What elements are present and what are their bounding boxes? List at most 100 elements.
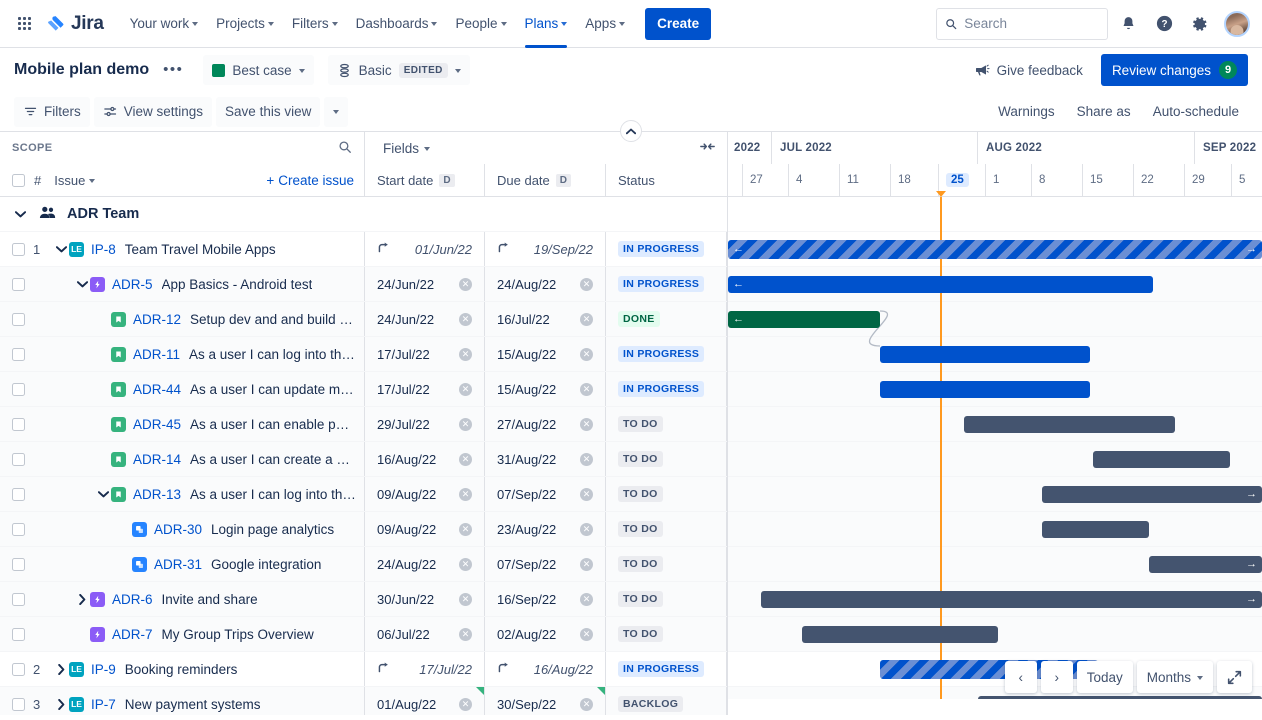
gantt-bar[interactable]: [964, 416, 1175, 433]
nav-your-work[interactable]: Your work: [122, 8, 207, 40]
nav-filters[interactable]: Filters: [284, 8, 346, 40]
due-date-cell[interactable]: 07/Sep/22 ✕: [485, 477, 606, 511]
due-date-cell[interactable]: 30/Sep/22 ✕: [485, 687, 606, 715]
clear-date-icon[interactable]: ✕: [459, 277, 472, 291]
row-checkbox[interactable]: [12, 312, 25, 326]
status-cell[interactable]: IN PROGRESS: [606, 232, 727, 266]
table-row[interactable]: 2 LE IP-9 Booking reminders 17/Jul/22 16…: [0, 652, 727, 687]
start-date-cell[interactable]: 29/Jul/22 ✕: [365, 407, 485, 441]
due-date-cell[interactable]: 31/Aug/22 ✕: [485, 442, 606, 476]
issue-column-sort[interactable]: Issue: [54, 173, 96, 188]
clear-date-icon[interactable]: ✕: [459, 697, 472, 711]
table-row[interactable]: ADR-44 As a user I can update my lo... 1…: [0, 372, 727, 407]
clear-date-icon[interactable]: ✕: [580, 347, 593, 361]
view-settings-button[interactable]: View settings: [93, 96, 213, 127]
issue-key[interactable]: ADR-14: [133, 452, 181, 467]
save-view-dropdown-button[interactable]: [324, 96, 349, 127]
view-selector[interactable]: Basic EDITED: [327, 55, 470, 85]
row-checkbox[interactable]: [12, 382, 25, 396]
start-date-cell[interactable]: 09/Aug/22 ✕: [365, 477, 485, 511]
due-date-cell[interactable]: 19/Sep/22: [485, 232, 606, 266]
help-icon[interactable]: ?: [1148, 8, 1180, 40]
issue-key[interactable]: ADR-7: [112, 627, 153, 642]
timeline-today-button[interactable]: Today: [1076, 661, 1133, 693]
clear-date-icon[interactable]: ✕: [580, 417, 593, 431]
table-row[interactable]: ADR-12 Setup dev and and build env... 24…: [0, 302, 727, 337]
clear-date-icon[interactable]: ✕: [580, 697, 593, 711]
table-row[interactable]: ADR-30 Login page analytics 09/Aug/22 ✕ …: [0, 512, 727, 547]
notifications-bell-icon[interactable]: [1112, 8, 1144, 40]
user-avatar[interactable]: [1224, 10, 1250, 37]
start-date-cell[interactable]: 01/Aug/22 ✕: [365, 687, 485, 715]
start-date-cell[interactable]: 17/Jul/22 ✕: [365, 372, 485, 406]
due-date-cell[interactable]: 15/Aug/22 ✕: [485, 372, 606, 406]
plan-more-actions-button[interactable]: •••: [157, 56, 189, 84]
status-cell[interactable]: TO DO: [606, 582, 727, 616]
issue-key[interactable]: ADR-44: [133, 382, 181, 397]
row-checkbox[interactable]: [12, 277, 25, 291]
status-cell[interactable]: DONE: [606, 302, 727, 336]
give-feedback-button[interactable]: Give feedback: [964, 54, 1093, 86]
row-checkbox[interactable]: [12, 557, 25, 571]
gantt-bar[interactable]: [880, 381, 1090, 398]
table-row[interactable]: ADR-6 Invite and share 30/Jun/22 ✕ 16/Se…: [0, 582, 727, 617]
table-row[interactable]: ADR-5 App Basics - Android test 24/Jun/2…: [0, 267, 727, 302]
timeline-next-button[interactable]: ›: [1040, 661, 1073, 693]
create-issue-button[interactable]: + Create issue: [266, 173, 354, 188]
clear-date-icon[interactable]: ✕: [580, 487, 593, 501]
timeline-prev-button[interactable]: ‹: [1004, 661, 1037, 693]
issue-key[interactable]: ADR-5: [112, 277, 153, 292]
start-date-cell[interactable]: 01/Jun/22: [365, 232, 485, 266]
due-date-cell[interactable]: 27/Aug/22 ✕: [485, 407, 606, 441]
nav-dashboards[interactable]: Dashboards: [348, 8, 446, 40]
nav-plans[interactable]: Plans: [517, 8, 576, 48]
clear-date-icon[interactable]: ✕: [580, 312, 593, 326]
due-date-column-header[interactable]: Due date D: [485, 164, 606, 196]
clear-date-icon[interactable]: ✕: [459, 417, 472, 431]
due-date-cell[interactable]: 23/Aug/22 ✕: [485, 512, 606, 546]
clear-date-icon[interactable]: ✕: [459, 382, 472, 396]
status-cell[interactable]: IN PROGRESS: [606, 372, 727, 406]
nav-people[interactable]: People: [447, 8, 514, 40]
clear-date-icon[interactable]: ✕: [580, 592, 593, 606]
search-input[interactable]: [964, 16, 1099, 31]
collapse-fields-icon[interactable]: [700, 140, 715, 156]
timeline-chart-area[interactable]: ←→←←→→→→: [728, 197, 1262, 715]
start-date-cell[interactable]: 30/Jun/22 ✕: [365, 582, 485, 616]
auto-schedule-button[interactable]: Auto-schedule: [1144, 97, 1248, 127]
timeline-row-band[interactable]: [728, 512, 1262, 547]
row-checkbox[interactable]: [12, 452, 25, 466]
table-row[interactable]: 3 LE IP-7 New payment systems 01/Aug/22 …: [0, 687, 727, 715]
group-twisty-icon[interactable]: [12, 206, 28, 222]
status-cell[interactable]: TO DO: [606, 512, 727, 546]
row-checkbox[interactable]: [12, 592, 25, 606]
status-cell[interactable]: TO DO: [606, 547, 727, 581]
clear-date-icon[interactable]: ✕: [580, 522, 593, 536]
gantt-bar[interactable]: [880, 346, 1090, 363]
clear-date-icon[interactable]: ✕: [580, 557, 593, 571]
start-date-cell[interactable]: 06/Jul/22 ✕: [365, 617, 485, 651]
due-date-cell[interactable]: 16/Jul/22 ✕: [485, 302, 606, 336]
timeline-zoom-level-dropdown[interactable]: Months: [1136, 661, 1213, 693]
issue-key[interactable]: ADR-30: [154, 522, 202, 537]
issue-key[interactable]: ADR-6: [112, 592, 153, 607]
row-checkbox[interactable]: [12, 627, 25, 641]
clear-date-icon[interactable]: ✕: [580, 452, 593, 466]
start-date-cell[interactable]: 17/Jul/22 ✕: [365, 337, 485, 371]
start-date-cell[interactable]: 09/Aug/22 ✕: [365, 512, 485, 546]
clear-date-icon[interactable]: ✕: [580, 382, 593, 396]
timeline-fullscreen-button[interactable]: [1217, 661, 1252, 693]
clear-date-icon[interactable]: ✕: [459, 627, 472, 641]
start-date-cell[interactable]: 24/Aug/22 ✕: [365, 547, 485, 581]
start-date-cell[interactable]: 24/Jun/22 ✕: [365, 302, 485, 336]
search-box[interactable]: [936, 7, 1108, 40]
status-cell[interactable]: IN PROGRESS: [606, 267, 727, 301]
due-date-cell[interactable]: 15/Aug/22 ✕: [485, 337, 606, 371]
row-checkbox[interactable]: [12, 522, 25, 536]
issue-key[interactable]: ADR-45: [133, 417, 181, 432]
issue-key[interactable]: ADR-31: [154, 557, 202, 572]
warnings-button[interactable]: Warnings: [989, 97, 1064, 127]
scenario-selector[interactable]: Best case: [203, 55, 314, 85]
gantt-bar[interactable]: ←: [728, 276, 1153, 293]
row-checkbox[interactable]: [12, 697, 25, 711]
